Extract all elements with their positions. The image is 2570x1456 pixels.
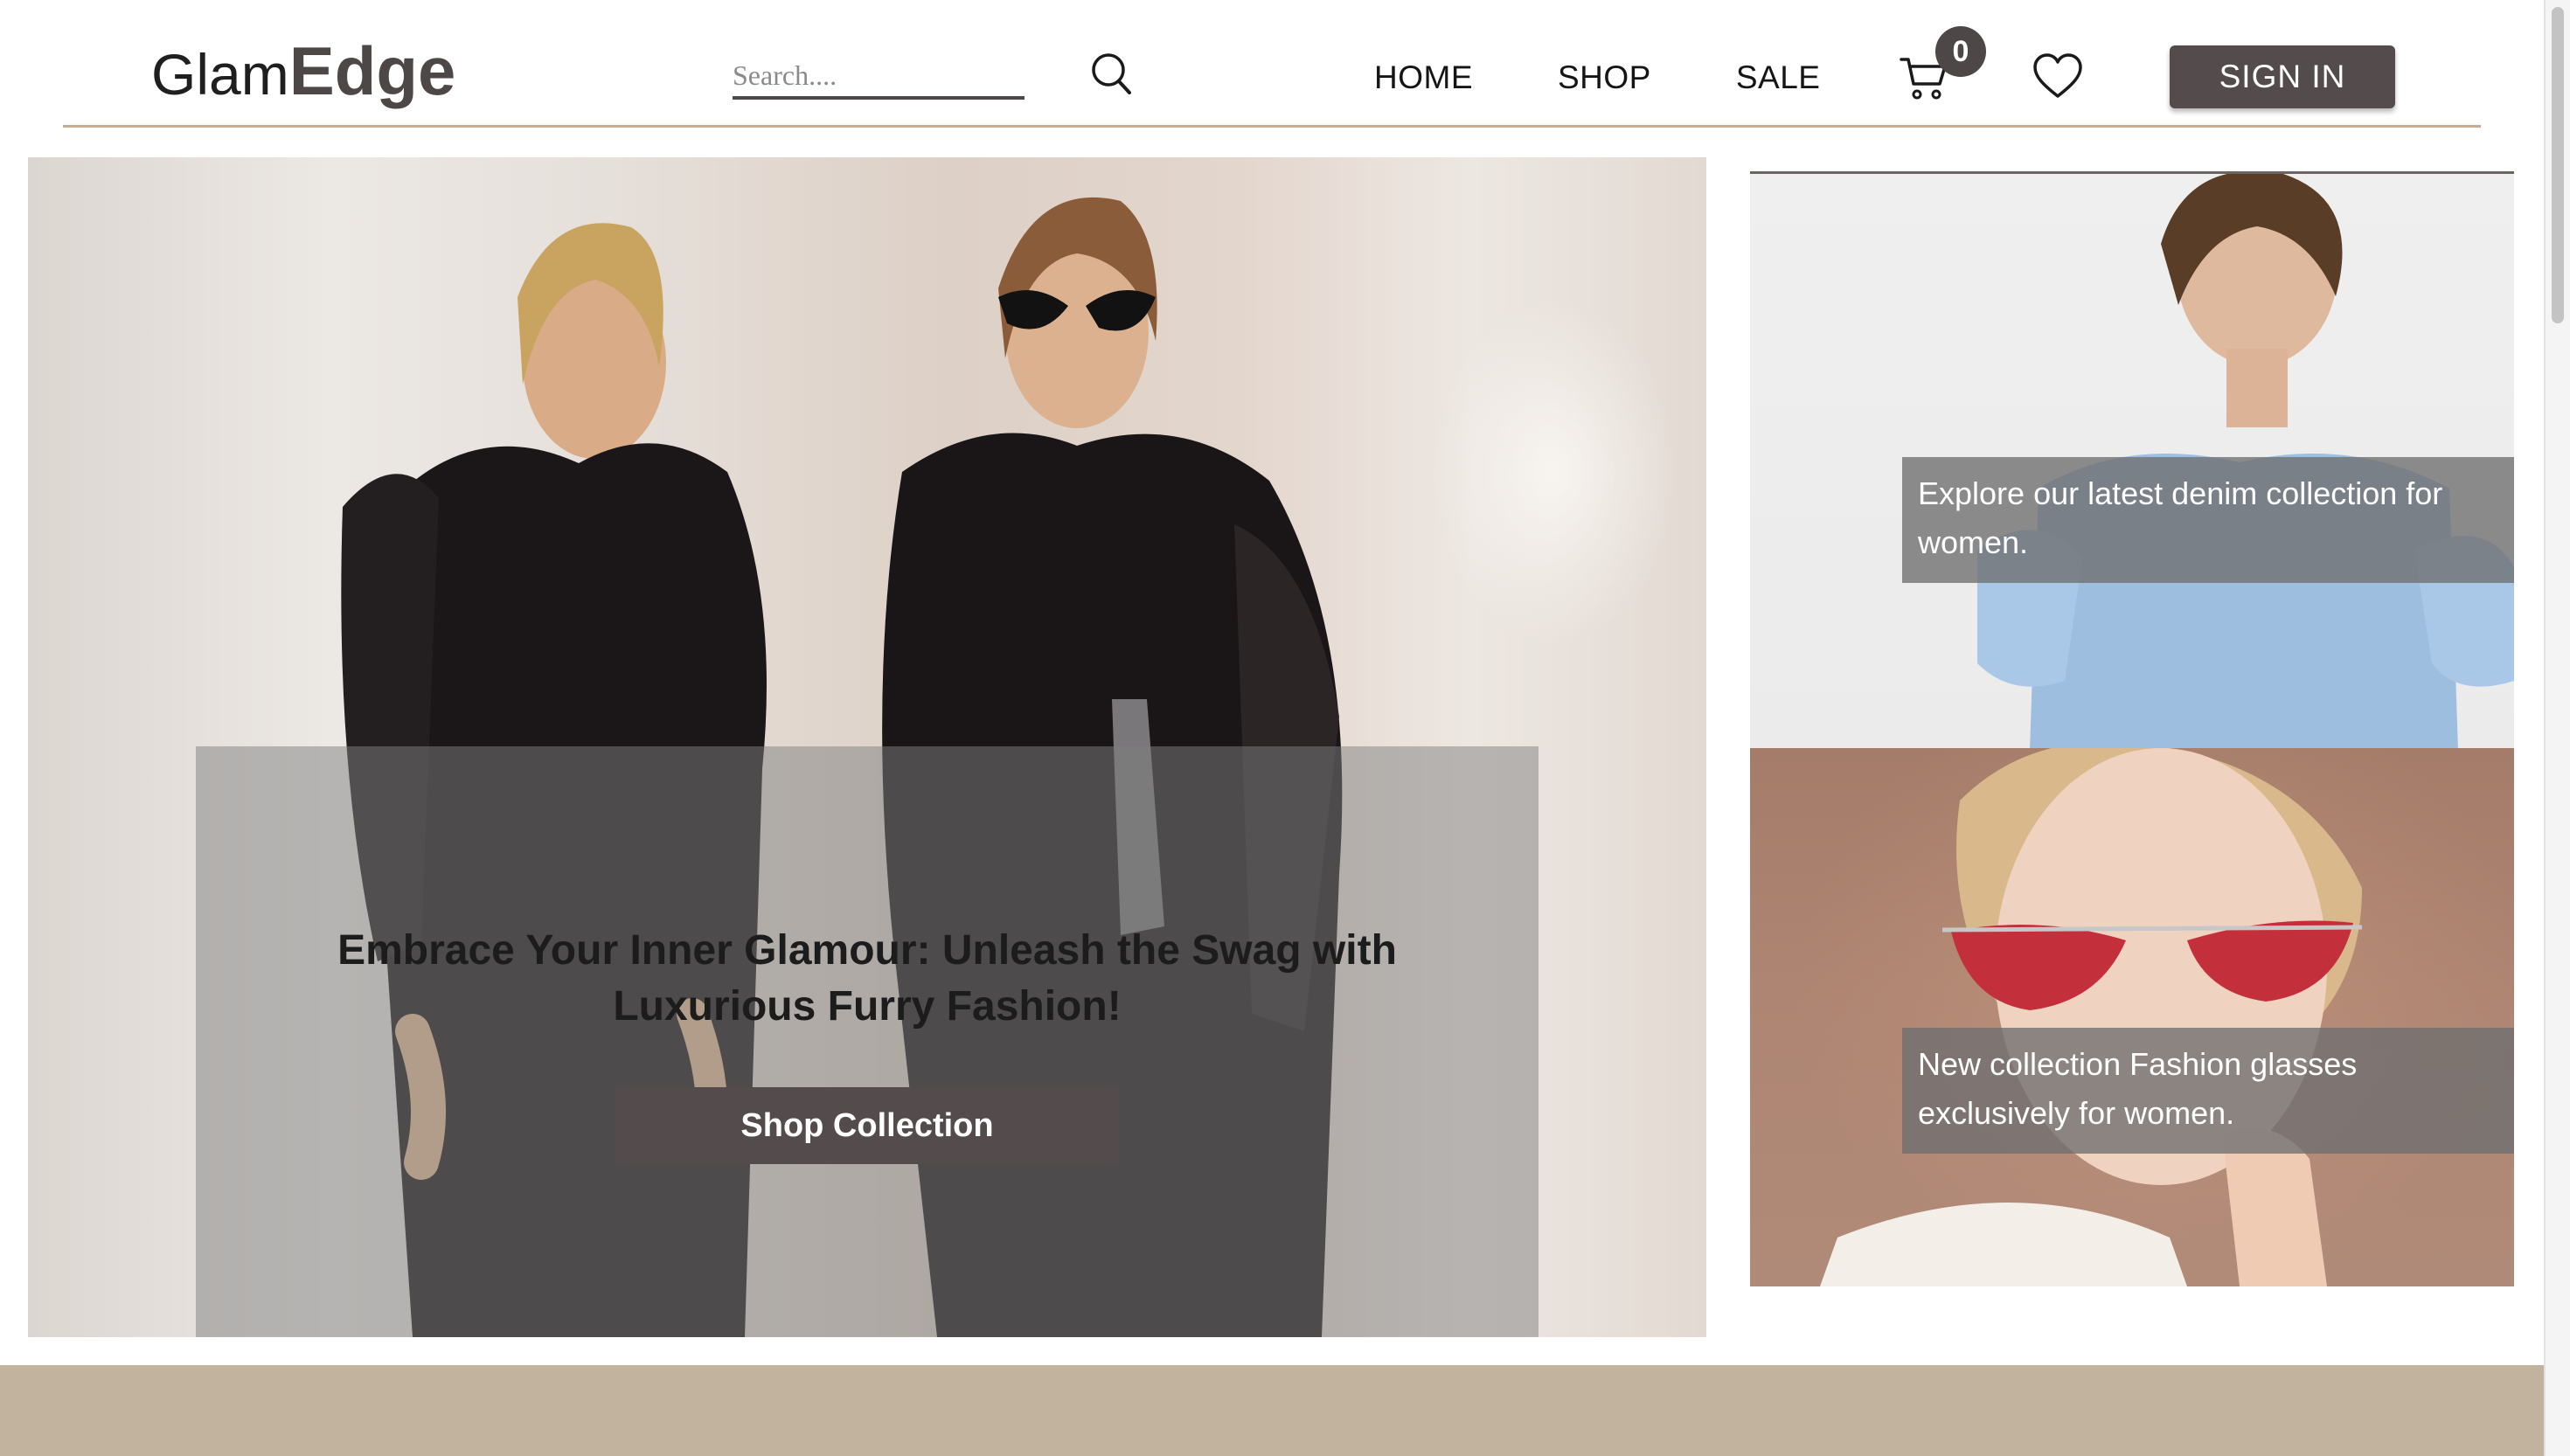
promo-card-denim[interactable]: Explore our latest denim collection for … [1750, 171, 2514, 748]
brand-logo[interactable]: GlamEdge [151, 37, 455, 105]
denim-promo-caption: Explore our latest denim collection for … [1902, 457, 2514, 583]
brand-logo-part1: Glam [151, 42, 289, 107]
page-scrollbar[interactable] [2544, 0, 2570, 1456]
search-bar [733, 51, 1131, 100]
sign-in-button[interactable]: SIGN IN [2170, 45, 2395, 108]
brand-logo-part2: Edge [288, 32, 456, 109]
site-header: GlamEdge HOME SHOP SALE 0 SIGN IN [63, 0, 2481, 128]
hero-banner: Embrace Your Inner Glamour: Unleash the … [28, 157, 1706, 1337]
cart-button[interactable]: 0 [1899, 26, 1995, 105]
page: GlamEdge HOME SHOP SALE 0 SIGN IN [0, 0, 2570, 1456]
promo-card-glasses[interactable]: New collection Fashion glasses exclusive… [1750, 748, 2514, 1286]
glasses-promo-caption: New collection Fashion glasses exclusive… [1902, 1028, 2514, 1154]
hero-headline: Embrace Your Inner Glamour: Unleash the … [337, 927, 1397, 1030]
cart-count-badge: 0 [1935, 26, 1986, 77]
search-icon[interactable] [1089, 51, 1133, 98]
footer-band [0, 1365, 2544, 1456]
nav-shop-link[interactable]: SHOP [1558, 59, 1651, 96]
scrollbar-thumb[interactable] [2552, 7, 2564, 323]
hero-overlay-panel [196, 746, 1539, 1337]
glasses-promo-image [1820, 748, 2363, 1286]
heart-icon[interactable] [2032, 52, 2084, 100]
search-input[interactable] [733, 51, 1025, 100]
main-nav: HOME SHOP SALE [1374, 59, 1905, 96]
nav-sale-link[interactable]: SALE [1736, 59, 1821, 96]
nav-home-link[interactable]: HOME [1374, 59, 1473, 96]
shop-collection-button[interactable]: Shop Collection [615, 1087, 1119, 1164]
